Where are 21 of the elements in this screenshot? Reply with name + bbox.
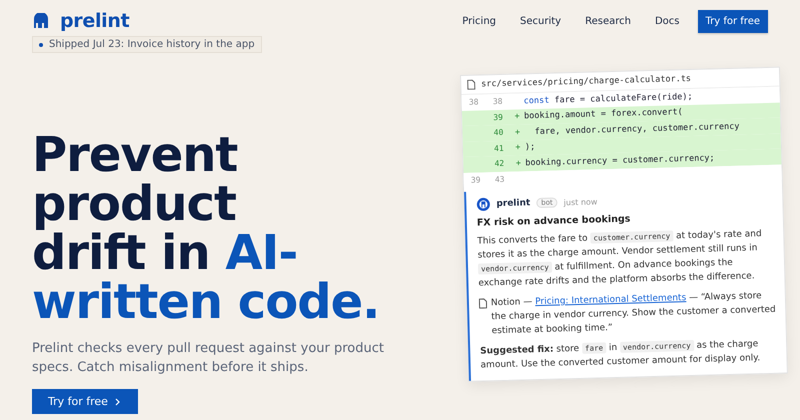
nav-link[interactable]: Pricing	[462, 16, 496, 27]
comment-author: prelint	[496, 198, 530, 210]
bot-avatar-icon	[476, 197, 491, 212]
file-icon	[467, 80, 476, 90]
file-path: src/services/pricing/charge-calculator.ts	[481, 74, 692, 90]
headline-text: Prevent	[32, 127, 238, 183]
nav-link[interactable]: Security	[520, 16, 562, 27]
nav-link[interactable]: Research	[585, 16, 631, 27]
spec-citation: Notion — Pricing: International Settlements — “Always store the charge in vendor currency. Show the customer a converted estimate at booking time.”	[490, 290, 777, 338]
document-icon	[478, 298, 488, 309]
comment-title: FX risk on advance bookings	[476, 212, 632, 229]
announcement-badge[interactable]: Shipped Jul 23: Invoice history in the app	[32, 36, 262, 53]
logo-icon	[32, 13, 50, 29]
nav-link[interactable]: Docs	[654, 16, 680, 27]
chevron-right-icon	[114, 398, 122, 406]
comment-time: just now	[564, 196, 598, 207]
try-free-button[interactable]: Try for free	[698, 10, 768, 33]
hero-subtitle: Prelint checks every pull request against your product specs. Catch misalignment before it ships.	[32, 340, 385, 377]
try-free-button[interactable]: Try for free	[32, 389, 138, 414]
spec-link[interactable]: Pricing: International Settlements	[535, 293, 686, 308]
brand-name: prelint	[60, 10, 130, 32]
